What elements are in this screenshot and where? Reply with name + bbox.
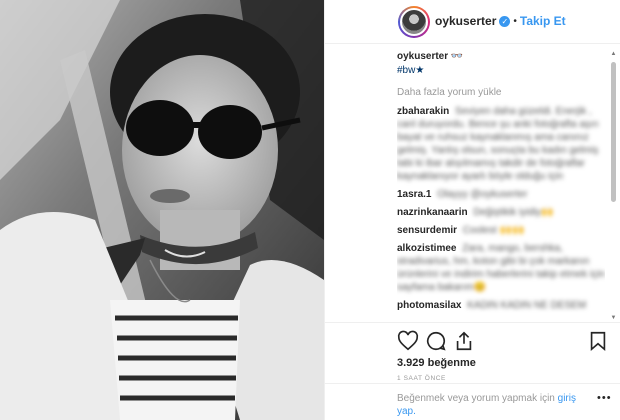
post-header: oykuserter ✓ • Takip Et xyxy=(325,0,620,44)
heart-icon[interactable] xyxy=(397,330,419,352)
comment-text: Olayyy @oykuserter xyxy=(437,189,528,200)
comments-list: oykuserter 👓 #bw★ Daha fazla yorum yükle… xyxy=(397,50,605,322)
caption-text: 👓 xyxy=(450,51,464,62)
login-prompt-text: Beğenmek veya yorum yapmak için xyxy=(397,393,555,404)
login-prompt-bar: Beğenmek veya yorum yapmak için giriş ya… xyxy=(325,383,620,420)
scroll-up-arrow-icon[interactable]: ▲ xyxy=(610,50,617,58)
header-username[interactable]: oykuserter xyxy=(435,14,496,28)
comment-text: KADIN KADIN NE DESEM xyxy=(467,300,587,311)
caption-username[interactable]: oykuserter xyxy=(397,51,448,62)
post-timestamp[interactable]: 1 SAAT ÖNCE xyxy=(397,375,446,382)
likes-label: beğenme xyxy=(427,357,476,369)
comment-item: sensurdemir Coolest 🙌🙌 xyxy=(397,224,605,237)
post-photo[interactable] xyxy=(0,0,324,420)
likes-number: 3.929 xyxy=(397,357,425,369)
bookmark-icon[interactable] xyxy=(587,330,609,352)
portrait-image xyxy=(0,0,324,420)
verified-badge-icon: ✓ xyxy=(499,15,511,27)
comment-text: duruyordu. Bence şu anki fotoğrafta aşır… xyxy=(397,119,599,182)
comment-bubble-icon[interactable] xyxy=(425,330,447,352)
comment-item: zbaharakin Seviyen daha güzeldi. Enerjik… xyxy=(397,105,605,183)
scroll-down-arrow-icon[interactable]: ▼ xyxy=(610,314,617,322)
post-sidebar: oykuserter ✓ • Takip Et oykuserter 👓 #bw… xyxy=(324,0,620,420)
separator-dot: • xyxy=(513,15,517,27)
hashtag-link[interactable]: #bw★ xyxy=(397,64,605,77)
more-options-icon[interactable]: ••• xyxy=(597,392,612,404)
comment-item: nazrinkanaarin Değiştikik iyidiy🙌 xyxy=(397,206,605,219)
comment-item: 1asra.1 Olayyy @oykuserter xyxy=(397,188,605,201)
comment-username[interactable]: nazrinkanaarin xyxy=(397,207,468,218)
avatar[interactable] xyxy=(398,6,430,38)
comment-item: photomasilax KADIN KADIN NE DESEM xyxy=(397,299,605,312)
comment-item: alkozistimee Zara, mango, bershka, strad… xyxy=(397,242,605,294)
comment-username[interactable]: zbaharakin xyxy=(397,106,449,117)
login-prompt: Beğenmek veya yorum yapmak için giriş ya… xyxy=(397,392,597,418)
comment-text: Değiştikik iyidiy🙌 xyxy=(473,207,554,218)
scroll-thumb[interactable] xyxy=(611,62,616,202)
comment-username[interactable]: alkozistimee xyxy=(397,243,456,254)
comment-text: Coolest 🙌🙌 xyxy=(462,225,525,236)
comments-scrollbar[interactable]: ▲ ▼ xyxy=(610,50,617,322)
comment-username[interactable]: 1asra.1 xyxy=(397,189,431,200)
likes-count[interactable]: 3.929 beğenme xyxy=(397,357,476,369)
follow-button[interactable]: Takip Et xyxy=(520,14,566,28)
comment-username[interactable]: photomasilax xyxy=(397,300,461,311)
comment-username[interactable]: sensurdemir xyxy=(397,225,457,236)
load-more-comments-button[interactable]: Daha fazla yorum yükle xyxy=(397,86,605,99)
share-icon[interactable] xyxy=(453,330,475,352)
caption: oykuserter 👓 xyxy=(397,50,605,63)
